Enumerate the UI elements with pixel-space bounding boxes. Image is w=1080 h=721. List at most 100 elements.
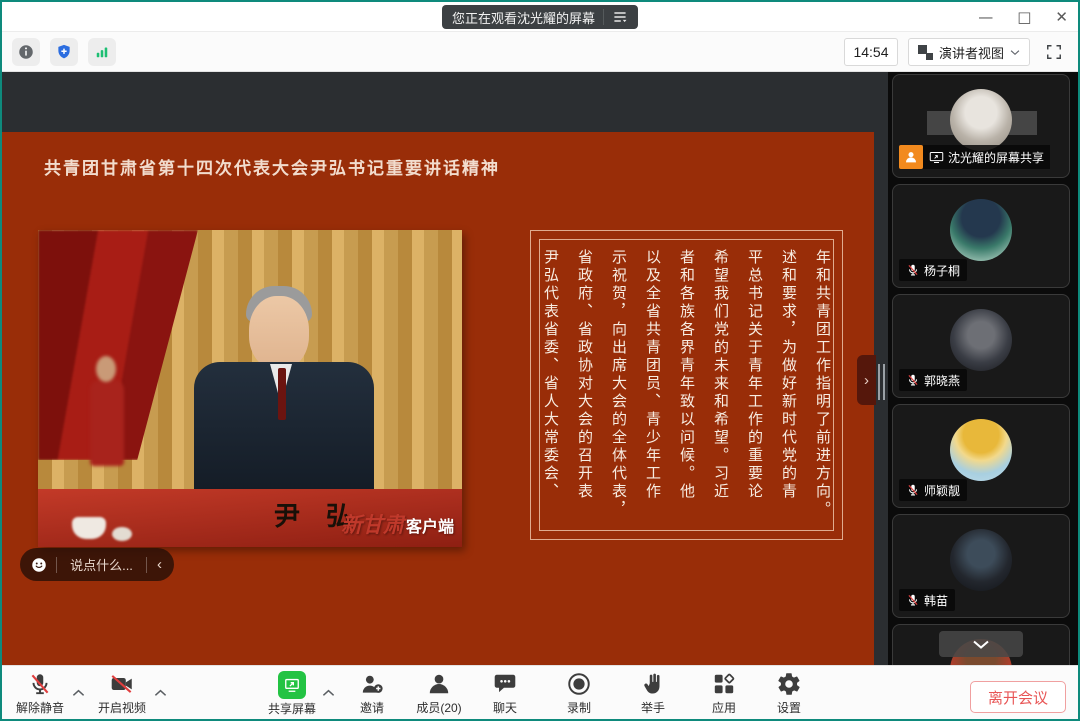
share-screen-button[interactable]: 共享屏幕 — [254, 671, 330, 717]
screen-share-icon — [929, 151, 944, 164]
watermark-white-text: 客户端 — [406, 513, 454, 537]
background-attendee — [90, 380, 124, 466]
speaker-view-icon — [918, 45, 933, 60]
participants-sidebar: 沈光耀的屏幕共享 杨子桐 — [888, 72, 1078, 665]
start-video-button[interactable]: 开启视频 — [84, 671, 160, 716]
raise-hand-icon — [640, 671, 666, 697]
start-video-label: 开启视频 — [98, 699, 146, 716]
fullscreen-button[interactable] — [1040, 38, 1068, 66]
participant-tile[interactable]: 师颖靓 — [892, 404, 1070, 508]
participant-name: 郭晓燕 — [924, 372, 960, 389]
vertical-text-columns: 尹弘代表省委、省人大常委会、 省政府、省政协对大会的召开表 示祝贺，向出席大会的… — [543, 249, 830, 521]
shield-plus-icon — [55, 43, 73, 61]
text-column: 示祝贺，向出席大会的全体代表， — [611, 249, 626, 521]
mic-muted-icon — [906, 373, 920, 387]
teacup — [72, 517, 106, 539]
participant-tile[interactable]: 郭晓燕 — [892, 294, 1070, 398]
chat-input-placeholder[interactable]: 说点什么... — [65, 555, 138, 574]
leave-meeting-button[interactable]: 离开会议 — [970, 681, 1066, 713]
window-controls: — □ ✕ — [978, 2, 1068, 32]
camera-off-icon — [109, 671, 135, 697]
watching-screen-label: 您正在观看沈光耀的屏幕 — [452, 8, 595, 27]
minimize-button[interactable]: — — [978, 10, 993, 25]
chat-collapse-button[interactable]: ‹ — [155, 556, 164, 573]
participant-tile-sharer[interactable]: 沈光耀的屏幕共享 — [892, 74, 1070, 178]
chat-button[interactable]: 聊天 — [467, 671, 543, 716]
chevron-right-icon: › — [864, 372, 869, 389]
raise-hand-label: 举手 — [641, 699, 665, 716]
meeting-time: 14:54 — [853, 44, 888, 60]
chevron-down-icon — [972, 640, 990, 649]
record-button[interactable]: 录制 — [541, 671, 617, 716]
splitter-grip[interactable] — [883, 364, 885, 400]
members-button[interactable]: 成员(20) — [401, 671, 477, 716]
top-toolbar: 14:54 演讲者视图 — [2, 32, 1078, 72]
leave-meeting-label: 离开会议 — [988, 687, 1048, 708]
fullscreen-icon — [1044, 42, 1064, 62]
meeting-window: 您正在观看沈光耀的屏幕 — □ ✕ — [0, 0, 1080, 721]
invite-icon — [359, 671, 385, 697]
close-button[interactable]: ✕ — [1055, 10, 1068, 25]
text-column: 尹弘代表省委、省人大常委会、 — [543, 249, 558, 521]
security-button[interactable] — [50, 38, 78, 66]
meeting-timer: 14:54 — [844, 38, 898, 66]
top-toolbar-right: 14:54 演讲者视图 — [844, 38, 1068, 66]
avatar — [950, 529, 1012, 591]
splitter-grip[interactable] — [878, 364, 880, 400]
avatar — [950, 199, 1012, 261]
settings-button[interactable]: 设置 — [751, 671, 827, 716]
scroll-more-button[interactable] — [939, 631, 1023, 657]
list-menu-icon — [612, 9, 628, 25]
text-column: 年和共青团工作指明了前进方向。 — [815, 249, 830, 521]
view-mode-label: 演讲者视图 — [939, 43, 1004, 62]
network-quality-button[interactable] — [88, 38, 116, 66]
view-mode-button[interactable]: 演讲者视图 — [908, 38, 1030, 66]
avatar — [950, 89, 1012, 151]
maximize-button[interactable]: □ — [1017, 10, 1031, 25]
participant-name: 师颖靓 — [924, 482, 960, 499]
sidebar-expand-handle[interactable]: › — [857, 355, 876, 405]
unmute-button[interactable]: 解除静音 — [2, 671, 78, 716]
members-icon — [426, 671, 452, 697]
mic-muted-icon — [906, 263, 920, 277]
main-area: 共青团甘肃省第十四次代表大会尹弘书记重要讲话精神 尹弘 — [2, 72, 1078, 665]
signal-bars-icon — [93, 43, 111, 61]
person-icon — [903, 149, 919, 165]
info-icon — [17, 43, 35, 61]
top-toolbar-left — [12, 38, 116, 66]
host-badge — [899, 145, 923, 169]
text-column: 者和各族各界青年致以问候。他 — [679, 249, 694, 521]
settings-label: 设置 — [777, 699, 801, 716]
chevron-down-icon — [1010, 49, 1020, 56]
mic-muted-icon — [906, 593, 920, 607]
vertical-text-box: 尹弘代表省委、省人大常委会、 省政府、省政协对大会的召开表 示祝贺，向出席大会的… — [530, 230, 843, 540]
unmute-label: 解除静音 — [16, 699, 64, 716]
pill-menu-button[interactable] — [603, 9, 628, 25]
meeting-info-button[interactable] — [12, 38, 40, 66]
shared-screen-stage: 共青团甘肃省第十四次代表大会尹弘书记重要讲话精神 尹弘 — [2, 72, 888, 665]
avatar — [950, 309, 1012, 371]
presentation-slide: 共青团甘肃省第十四次代表大会尹弘书记重要讲话精神 尹弘 — [2, 132, 874, 665]
apps-icon — [711, 671, 737, 697]
participant-name: 沈光耀的屏幕共享 — [948, 149, 1044, 166]
participant-name: 韩苗 — [924, 592, 948, 609]
share-screen-label: 共享屏幕 — [268, 700, 316, 717]
invite-label: 邀请 — [360, 699, 384, 716]
emoji-icon[interactable] — [30, 556, 48, 574]
bottom-toolbar: 解除静音 开启视频 共享屏幕 — [2, 665, 1078, 721]
members-label: 成员(20) — [416, 699, 461, 716]
quick-chat-bar[interactable]: 说点什么... ‹ — [20, 548, 174, 581]
video-options-caret[interactable] — [154, 684, 167, 702]
participant-name: 杨子桐 — [924, 262, 960, 279]
raise-hand-button[interactable]: 举手 — [615, 671, 691, 716]
text-column: 以及全省共青团员、青少年工作 — [645, 249, 660, 521]
participant-tile[interactable]: 杨子桐 — [892, 184, 1070, 288]
titlebar: 您正在观看沈光耀的屏幕 — □ ✕ — [2, 2, 1078, 32]
invite-button[interactable]: 邀请 — [334, 671, 410, 716]
watching-screen-pill: 您正在观看沈光耀的屏幕 — [442, 5, 638, 29]
participant-tile[interactable]: 韩苗 — [892, 514, 1070, 618]
mic-muted-icon — [27, 671, 53, 697]
participant-tile-partial[interactable] — [892, 624, 1070, 665]
record-label: 录制 — [567, 699, 591, 716]
avatar — [950, 419, 1012, 481]
